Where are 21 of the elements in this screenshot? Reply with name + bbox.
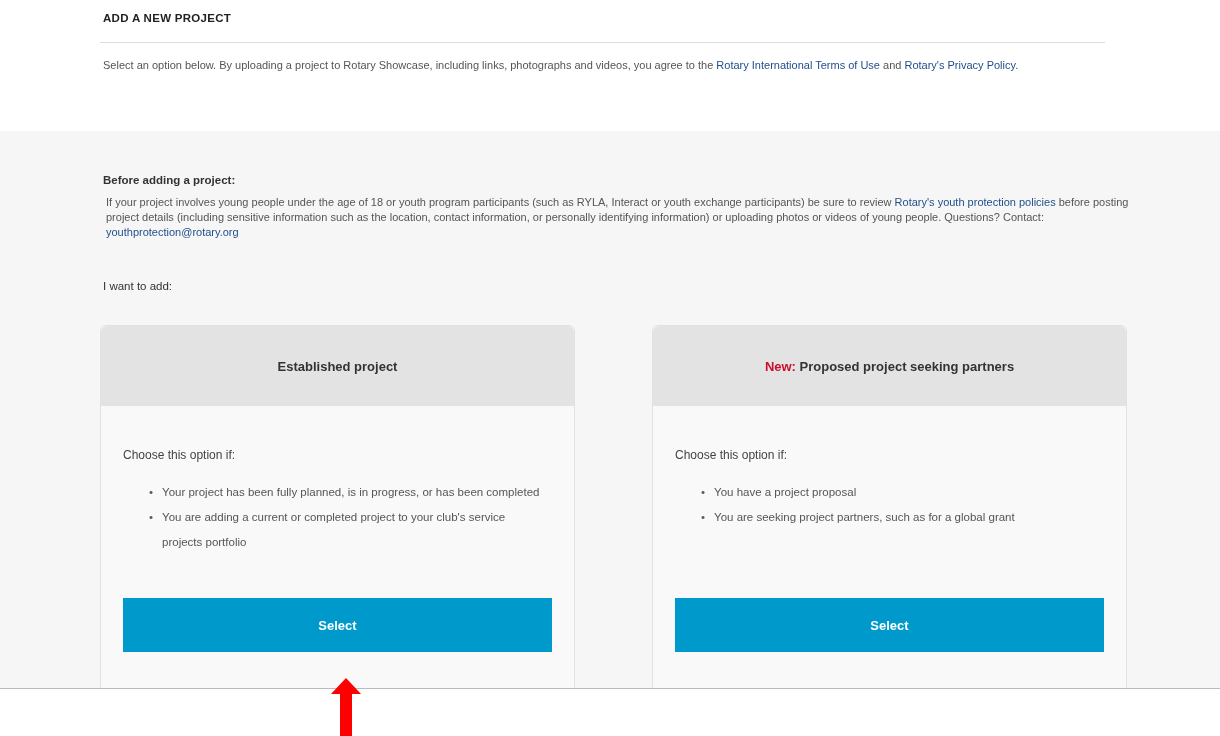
notice-text: If your project involves young people under the age of 18 or youth program participants (such as RYLA, Interact or youth exchange participants) be sure to review Rotary's youth protection policies before posting project details (including sensitive information such as the location, contact information, or personally identifying information) or uploading photos or videos of young people. Questions? Contact: youthprotection@rotary.org <box>105 195 1130 240</box>
page-title: ADD A NEW PROJECT <box>102 12 233 24</box>
options-label: I want to add: <box>103 280 174 292</box>
link[interactable]: Rotary International Terms of Use <box>716 59 880 71</box>
bullet-item: You have a project proposal <box>714 485 857 500</box>
bullet-item: Your project has been fully planned, is in progress, or has been completed <box>162 485 540 500</box>
pointer-arrow <box>331 678 361 736</box>
intro-text: Select an option below. By uploading a project to Rotary Showcase, including links, photographs and videos, you agree to the Rotary International Terms of Use and Rotary's Privacy Policy. <box>102 58 1020 73</box>
bullet-mark: • <box>149 485 154 500</box>
link[interactable]: Rotary's youth protection policies <box>894 196 1056 208</box>
card-title: New: Proposed project seeking partners <box>764 358 1015 374</box>
card-lead: Choose this option if: <box>675 448 789 462</box>
bullet-mark: • <box>701 510 706 525</box>
bullet-mark: • <box>149 510 154 525</box>
link[interactable]: youthprotection@rotary.org <box>106 226 239 238</box>
bullet-mark: • <box>701 485 706 500</box>
card-title: Established project <box>277 358 398 374</box>
card-lead: Choose this option if: <box>123 448 237 462</box>
notice-heading: Before adding a project: <box>103 174 237 186</box>
bullet-item: You are seeking project partners, such as for a global grant <box>714 510 1015 525</box>
bullet-item: You are adding a current or completed project to your club's service projects portfolio <box>162 510 507 550</box>
